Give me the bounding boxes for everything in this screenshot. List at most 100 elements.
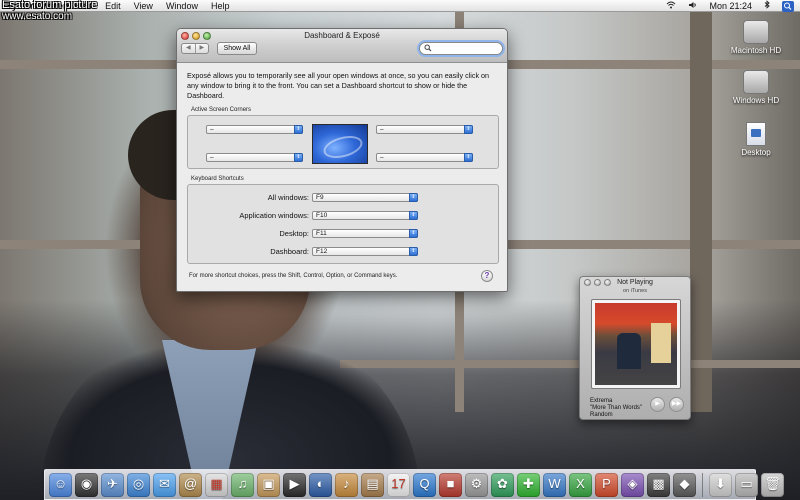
app-icon-3[interactable]: W [543,473,566,497]
clock[interactable]: Mon 21:24 [709,0,752,12]
app-icon-6[interactable]: ◈ [621,473,644,497]
preview-icon[interactable]: ▤ [361,473,384,497]
album-art-image [595,303,677,385]
chevron-updown-icon: ⇕ [409,193,418,202]
dock-glyph: ◈ [627,476,638,491]
app-icon-5[interactable]: P [595,473,618,497]
spotlight-icon[interactable] [782,0,794,12]
track-info: Extrema "More Than Words" Random [590,398,642,419]
menu-bar: System Preferences Edit View Window Help… [0,0,800,12]
search-field[interactable] [419,42,503,55]
album-art [591,299,681,389]
iphoto-icon[interactable]: ▣ [257,473,280,497]
app-icon-2[interactable]: ✚ [517,473,540,497]
garageband-icon[interactable]: ♪ [335,473,358,497]
window-titlebar[interactable]: Dashboard & Exposé ◀ ▶ Show All [177,29,507,63]
app-icon-8[interactable]: ◆ [673,473,696,497]
dock-glyph: 17 [391,476,406,491]
popup-value: – [380,154,384,161]
wifi-icon[interactable] [666,0,676,12]
menu-view[interactable]: View [134,0,153,12]
search-icon [424,44,432,54]
help-button[interactable]: ? [481,270,493,282]
shortcut-all-windows-popup[interactable]: F9 ⇕ [312,193,418,202]
chevron-updown-icon: ⇕ [409,247,418,256]
idvd-icon[interactable]: ◐ [309,473,332,497]
back-forward-control: ◀ ▶ [181,43,209,54]
desktop-icon-desktop[interactable]: Desktop [726,122,786,157]
desktop-icon-label: Windows HD [732,96,780,105]
dock-glyph: W [548,476,561,491]
menu-window[interactable]: Window [166,0,198,12]
hard-drive-icon [743,20,769,44]
dock-glyph: ✈ [107,476,118,491]
track-mode: Random [590,412,613,418]
dashboard-icon[interactable]: ◉ [75,473,98,497]
dock-glyph: ◎ [132,476,145,491]
desktop-icon-macintosh-hd[interactable]: Macintosh HD [726,20,786,55]
desktop-icon-label: Desktop [741,148,771,157]
itunes-icon[interactable]: ♫ [231,473,254,497]
window-title: Dashboard & Exposé [304,31,380,40]
desktop-icon-label: Macintosh HD [730,46,782,55]
dock-separator [702,473,703,497]
intro-text: Exposé allows you to temporarily see all… [187,71,490,100]
shortcut-application-windows-popup[interactable]: F10 ⇕ [312,211,418,220]
forward-button[interactable]: ▶ [194,44,209,53]
show-all-button[interactable]: Show All [217,42,257,55]
shortcut-label-dashboard: Dashboard: [270,247,309,256]
dock-glyph: Q [419,476,430,491]
dock-glyph: ✉ [159,476,170,491]
volume-icon[interactable] [688,0,697,12]
menu-edit[interactable]: Edit [105,0,121,12]
dock-glyph: ▶ [289,476,300,491]
image-file-icon [746,122,766,146]
app-icon-7[interactable]: ▩ [647,473,670,497]
popup-value: F12 [316,248,328,255]
dock-glyph: ⚙ [470,476,483,491]
address-book-icon[interactable]: @ [179,473,202,497]
itunes-widget: Not Playing on iTunes Extrema "More Than… [579,276,691,420]
shortcut-desktop-popup[interactable]: F11 ⇕ [312,229,418,238]
chevron-updown-icon: ⇕ [464,153,473,162]
folder-stack-icon[interactable]: ▭ [735,473,758,497]
next-track-icon[interactable]: ▶▶ [669,397,684,412]
shortcut-dashboard-popup[interactable]: F12 ⇕ [312,247,418,256]
mail-icon[interactable]: ✈ [101,473,124,497]
screen-preview-image [312,124,368,164]
corner-top-right-popup[interactable]: – ⇕ [376,125,473,134]
media-icon[interactable]: ■ [439,473,462,497]
quicktime-icon[interactable]: Q [413,473,436,497]
downloads-stack-icon[interactable]: ⬇ [709,473,732,497]
corner-top-left-popup[interactable]: – ⇕ [206,125,303,134]
imovie-icon[interactable]: ▶ [283,473,306,497]
watermark-line2: www.esato.com [2,11,73,22]
trash-icon[interactable]: 🗑 [761,473,784,497]
finder-icon[interactable]: ☺ [49,473,72,497]
safari-icon[interactable]: ◎ [127,473,150,497]
back-button[interactable]: ◀ [182,44,195,53]
chevron-updown-icon: ⇕ [294,153,303,162]
ical-icon[interactable]: ▦ [205,473,228,497]
dock-glyph: ✚ [523,476,534,491]
dock-glyph: ◉ [80,476,93,491]
screen-corners-label: Active Screen Corners [191,107,252,113]
dock: ☺ ◉ ✈ ◎ ✉ @ ▦ ♫ ▣ ▶ ◐ ♪ ▤ 17 Q ■ ⚙ ✿ ✚ W X P ◈ ▩ ◆ ⬇ ▭ 🗑 [44,469,784,500]
ichat-icon[interactable]: ✉ [153,473,176,497]
desktop-icon-windows-hd[interactable]: Windows HD [726,70,786,105]
app-icon-1[interactable]: ✿ [491,473,514,497]
now-playing-source: on iTunes [623,288,647,294]
chevron-updown-icon: ⇕ [294,125,303,134]
corner-bottom-left-popup[interactable]: – ⇕ [206,153,303,162]
bluetooth-icon[interactable] [764,0,770,12]
now-playing-status: Not Playing [617,279,653,286]
corner-bottom-right-popup[interactable]: – ⇕ [376,153,473,162]
play-button[interactable]: ▶ [650,397,665,412]
dock-glyph: ✿ [497,476,508,491]
app-icon-4[interactable]: X [569,473,592,497]
system-prefs-icon[interactable]: ⚙ [465,473,488,497]
menu-help[interactable]: Help [211,0,230,12]
hard-drive-icon [743,70,769,94]
dock-glyph: ▤ [366,476,379,491]
calendar-icon[interactable]: 17 [387,473,410,497]
